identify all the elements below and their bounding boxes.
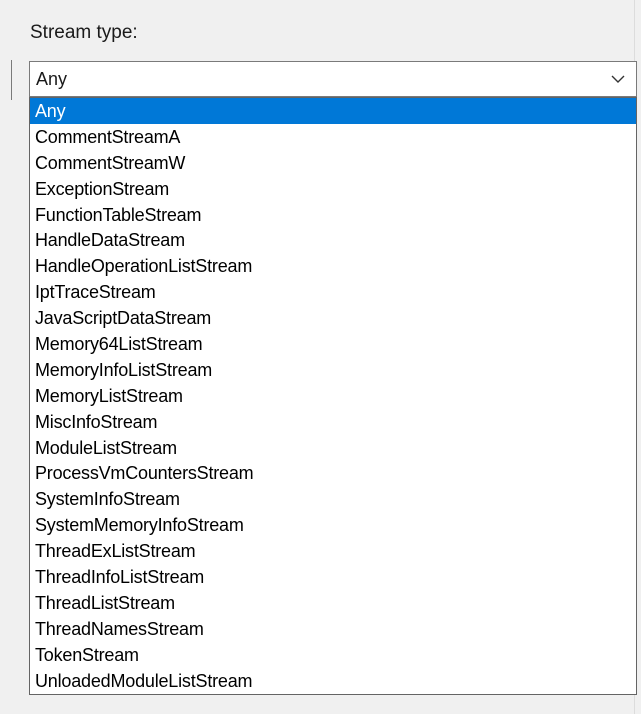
dropdown-option[interactable]: MemoryInfoListStream — [30, 357, 636, 383]
dropdown-option[interactable]: ThreadInfoListStream — [30, 564, 636, 590]
dropdown-option[interactable]: ThreadNamesStream — [30, 616, 636, 642]
dropdown-option[interactable]: UnloadedModuleListStream — [30, 668, 636, 694]
stream-type-combobox[interactable]: Any — [29, 61, 637, 97]
left-edge-line — [11, 60, 12, 100]
dropdown-option[interactable]: Memory64ListStream — [30, 331, 636, 357]
dropdown-option[interactable]: ThreadListStream — [30, 590, 636, 616]
dropdown-option[interactable]: Any — [30, 98, 636, 124]
dropdown-option[interactable]: TokenStream — [30, 642, 636, 668]
dropdown-option[interactable]: FunctionTableStream — [30, 202, 636, 228]
stream-type-panel: Stream type: Any Any CommentStreamA Commen… — [0, 0, 641, 714]
dropdown-option[interactable]: ExceptionStream — [30, 176, 636, 202]
dropdown-option[interactable]: SystemMemoryInfoStream — [30, 512, 636, 538]
chevron-down-icon[interactable] — [610, 71, 626, 87]
stream-type-dropdown-list[interactable]: Any CommentStreamA CommentStreamW Exception… — [29, 97, 637, 695]
dropdown-option[interactable]: SystemInfoStream — [30, 486, 636, 512]
dropdown-option[interactable]: CommentStreamA — [30, 124, 636, 150]
stream-type-label: Stream type: — [30, 22, 138, 43]
dropdown-option[interactable]: HandleOperationListStream — [30, 253, 636, 279]
dropdown-option[interactable]: ProcessVmCountersStream — [30, 460, 636, 486]
dropdown-option[interactable]: MiscInfoStream — [30, 409, 636, 435]
dropdown-option[interactable]: HandleDataStream — [30, 227, 636, 253]
dropdown-option[interactable]: MemoryListStream — [30, 383, 636, 409]
dropdown-option[interactable]: ThreadExListStream — [30, 538, 636, 564]
dropdown-option[interactable]: ModuleListStream — [30, 435, 636, 461]
dropdown-option[interactable]: IptTraceStream — [30, 279, 636, 305]
dropdown-option[interactable]: JavaScriptDataStream — [30, 305, 636, 331]
stream-type-selected-value: Any — [36, 69, 68, 89]
dropdown-option[interactable]: CommentStreamW — [30, 150, 636, 176]
